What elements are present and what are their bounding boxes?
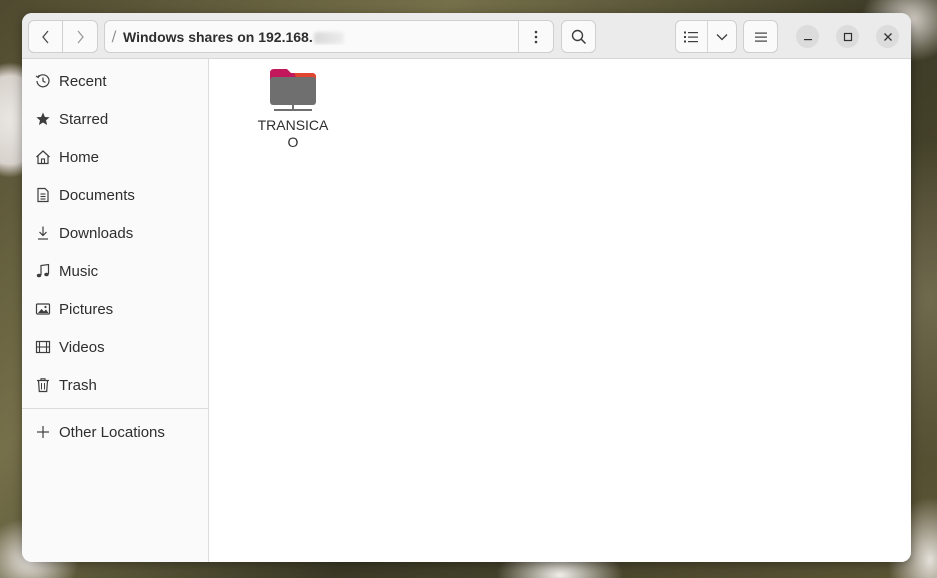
path-bar[interactable]: / Windows shares on 192.168. bbox=[104, 20, 554, 53]
sidebar-item-other-locations[interactable]: Other Locations bbox=[22, 415, 209, 449]
maximize-icon bbox=[843, 32, 852, 41]
trash-icon bbox=[35, 377, 51, 393]
minimize-icon bbox=[803, 38, 812, 40]
path-title[interactable]: Windows shares on 192.168. bbox=[123, 29, 518, 45]
star-icon bbox=[35, 111, 51, 127]
hamburger-menu-icon bbox=[754, 32, 767, 42]
sidebar-divider bbox=[22, 408, 209, 409]
sidebar-item-starred[interactable]: Starred bbox=[22, 102, 209, 136]
network-folder-icon bbox=[270, 69, 316, 111]
back-button[interactable] bbox=[28, 20, 63, 53]
chevron-down-icon bbox=[716, 33, 728, 40]
path-separator: / bbox=[111, 28, 117, 45]
chevron-left-icon bbox=[41, 30, 48, 43]
sidebar-item-documents[interactable]: Documents bbox=[22, 178, 209, 212]
chevron-right-icon bbox=[77, 30, 84, 43]
minimize-button[interactable] bbox=[796, 25, 819, 48]
clock-icon bbox=[35, 73, 51, 89]
sidebar-item-trash[interactable]: Trash bbox=[22, 368, 209, 402]
file-name: TRANSICAO bbox=[257, 117, 329, 150]
sidebar-item-label: Home bbox=[59, 148, 100, 166]
view-options-dropdown[interactable] bbox=[708, 21, 736, 52]
sidebar-item-label: Videos bbox=[59, 338, 105, 356]
search-icon bbox=[571, 29, 586, 44]
sidebar: Recent Starred Home Documents Downloads … bbox=[22, 59, 209, 562]
film-icon bbox=[35, 339, 51, 355]
vertical-ellipsis-icon bbox=[534, 30, 538, 43]
sidebar-item-pictures[interactable]: Pictures bbox=[22, 292, 209, 326]
sidebar-item-recent[interactable]: Recent bbox=[22, 64, 209, 98]
view-toggle-group bbox=[675, 20, 737, 53]
file-manager-window: / Windows shares on 192.168. Recent Star… bbox=[22, 13, 911, 562]
sidebar-item-label: Recent bbox=[59, 72, 107, 90]
sidebar-item-label: Pictures bbox=[59, 300, 114, 318]
sidebar-item-label: Starred bbox=[59, 110, 109, 128]
list-view-icon bbox=[684, 31, 699, 42]
picture-icon bbox=[35, 301, 51, 317]
file-view[interactable]: TRANSICAO bbox=[210, 59, 911, 562]
main-menu-button[interactable] bbox=[743, 20, 778, 53]
download-icon bbox=[35, 225, 51, 241]
close-button[interactable] bbox=[876, 25, 899, 48]
file-item-transicao[interactable]: TRANSICAO bbox=[250, 67, 336, 151]
close-icon bbox=[883, 32, 892, 41]
document-icon bbox=[35, 187, 51, 203]
music-note-icon bbox=[35, 263, 51, 279]
sidebar-item-downloads[interactable]: Downloads bbox=[22, 216, 209, 250]
sidebar-item-label: Documents bbox=[59, 186, 135, 204]
sidebar-item-label: Music bbox=[59, 262, 99, 280]
sidebar-item-music[interactable]: Music bbox=[22, 254, 209, 288]
sidebar-item-label: Other Locations bbox=[59, 423, 165, 441]
list-view-button[interactable] bbox=[676, 21, 708, 52]
header-bar: / Windows shares on 192.168. bbox=[22, 13, 911, 59]
redacted-ip-segment bbox=[313, 31, 344, 44]
path-title-text: Windows shares on 192.168. bbox=[123, 28, 313, 45]
home-icon bbox=[35, 149, 51, 165]
search-button[interactable] bbox=[561, 20, 596, 53]
navigation-buttons bbox=[28, 20, 98, 53]
forward-button[interactable] bbox=[63, 20, 98, 53]
sidebar-item-videos[interactable]: Videos bbox=[22, 330, 209, 364]
path-menu-button[interactable] bbox=[518, 21, 553, 52]
sidebar-item-label: Downloads bbox=[59, 224, 134, 242]
plus-icon bbox=[35, 424, 51, 440]
sidebar-item-home[interactable]: Home bbox=[22, 140, 209, 174]
sidebar-item-label: Trash bbox=[59, 376, 97, 394]
maximize-button[interactable] bbox=[836, 25, 859, 48]
